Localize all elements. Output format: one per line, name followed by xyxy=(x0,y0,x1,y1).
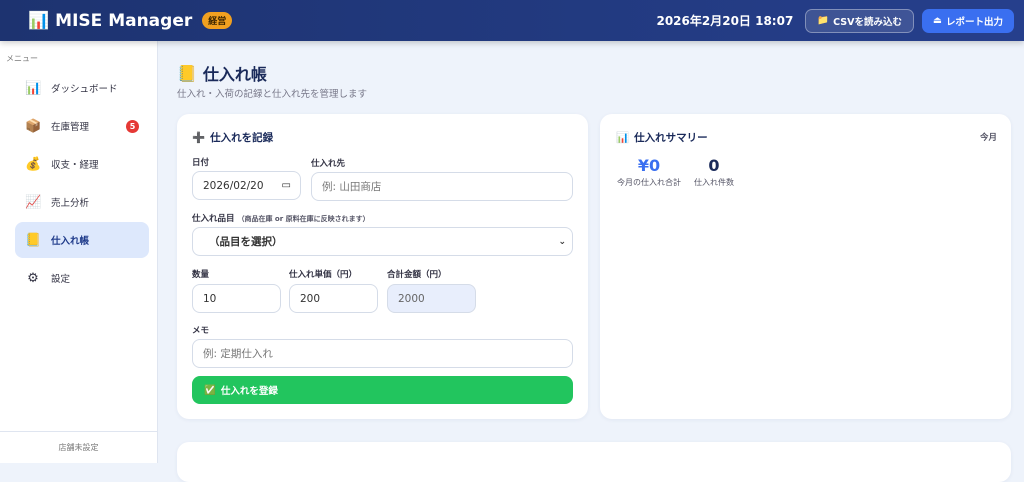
sidebar-item-label: 収支・経理 xyxy=(51,160,99,171)
quantity-label: 数量 xyxy=(192,270,210,280)
item-label-text: 仕入れ品目 xyxy=(192,214,235,224)
trend-chart-icon: 📈 xyxy=(25,194,42,210)
page-title-text: 仕入れ帳 xyxy=(202,65,267,84)
ledger-icon: 📒 xyxy=(25,232,42,248)
app-header: 📊 MISE Manager 経営 2026年2月20日 18:07 📁 CSVを読み… xyxy=(0,0,1024,41)
page-subtitle: 仕入れ・入荷の記録と仕入れ先を管理します xyxy=(177,89,368,100)
purchase-summary-card: 📊 仕入れサマリー 今月 ¥0 今月の仕入れ合計 0 仕入れ件数 xyxy=(600,114,1011,419)
date-value: 2026/02/20 xyxy=(203,179,264,192)
sidebar-item-label: 設定 xyxy=(51,274,71,285)
register-purchase-button[interactable]: ✅ 仕入れを登録 xyxy=(192,376,573,404)
sidebar-item-purchase-ledger[interactable]: 📒 仕入れ帳 xyxy=(15,222,149,258)
unit-price-input[interactable]: 200 xyxy=(289,284,378,313)
csv-import-button[interactable]: 📁 CSVを読み込む xyxy=(805,8,914,33)
chevron-down-icon: ⌄ xyxy=(558,236,566,247)
summary-title-text: 仕入れサマリー xyxy=(634,132,708,144)
purchase-count-label: 仕入れ件数 xyxy=(694,178,734,187)
item-select[interactable]: （品目を選択） ⌄ xyxy=(192,227,573,256)
box-icon: 📦 xyxy=(25,118,42,134)
monthly-total-stat: ¥0 今月の仕入れ合計 xyxy=(614,156,684,188)
sidebar-item-dashboard[interactable]: 📊 ダッシュボード xyxy=(15,70,149,106)
store-status: 店舗未設定 xyxy=(0,431,157,463)
item-label-note: （商品在庫 or 原料在庫に反映されます） xyxy=(237,215,370,223)
total-label: 合計金額（円） xyxy=(387,270,447,280)
unit-price-value: 200 xyxy=(300,292,321,305)
report-export-label: レポート出力 xyxy=(945,16,1003,28)
total-amount-value: 2000 xyxy=(398,292,425,305)
supplier-input[interactable]: 例: 山田商店 xyxy=(311,172,573,201)
ledger-icon: 📒 xyxy=(177,63,197,83)
csv-import-label: CSVを読み込む xyxy=(833,16,902,28)
purchase-history-card xyxy=(177,442,1011,482)
supplier-label: 仕入れ先 xyxy=(311,159,346,169)
summary-period: 今月 xyxy=(979,133,997,143)
monthly-total-label: 今月の仕入れ合計 xyxy=(617,178,681,187)
purchase-form-card: ➕ 仕入れを記録 日付 2026/02/20 ▭ 仕入れ先 例: 山田商店 仕入れ品… xyxy=(177,114,588,419)
total-amount-field: 2000 xyxy=(387,284,476,313)
purchase-count-stat: 0 仕入れ件数 xyxy=(690,156,738,188)
app-logo: 📊 MISE Manager 経営 xyxy=(28,10,233,31)
role-badge: 経営 xyxy=(202,12,233,29)
calendar-icon[interactable]: ▭ xyxy=(282,180,291,191)
memo-placeholder: 例: 定期仕入れ xyxy=(203,348,273,360)
summary-title: 📊 仕入れサマリー xyxy=(616,130,708,145)
chart-icon: 📊 xyxy=(28,10,50,31)
sidebar-item-label: 仕入れ帳 xyxy=(51,236,90,247)
sidebar-item-sales-analysis[interactable]: 📈 売上分析 xyxy=(15,184,149,220)
current-datetime: 2026年2月20日 18:07 xyxy=(656,14,794,28)
chart-icon: 📊 xyxy=(25,80,42,96)
register-purchase-label: 仕入れを登録 xyxy=(220,386,278,397)
memo-label: メモ xyxy=(192,326,210,336)
sidebar-item-accounting[interactable]: 💰 収支・経理 xyxy=(15,146,149,182)
purchase-count-value: 0 xyxy=(708,156,720,175)
date-input[interactable]: 2026/02/20 ▭ xyxy=(192,171,301,200)
chart-icon: 📊 xyxy=(616,132,630,144)
form-title-text: 仕入れを記録 xyxy=(210,132,274,144)
app-name: MISE Manager xyxy=(55,10,193,31)
form-title: ➕ 仕入れを記録 xyxy=(192,130,273,145)
date-label: 日付 xyxy=(192,158,210,168)
sidebar-item-label: 在庫管理 xyxy=(51,122,90,133)
quantity-value: 10 xyxy=(203,292,217,305)
item-select-value: （品目を選択） xyxy=(209,236,283,248)
item-label: 仕入れ品目 （商品在庫 or 原料在庫に反映されます） xyxy=(192,212,370,224)
unit-price-label: 仕入れ単価（円） xyxy=(289,270,358,280)
supplier-placeholder: 例: 山田商店 xyxy=(322,181,382,193)
money-bag-icon: 💰 xyxy=(25,156,42,172)
gear-icon: ⚙ xyxy=(27,270,39,286)
inventory-alert-badge: 5 xyxy=(126,119,139,133)
menu-label: メニュー xyxy=(6,54,38,63)
sidebar-item-settings[interactable]: ⚙ 設定 xyxy=(15,260,149,296)
monthly-total-value: ¥0 xyxy=(637,156,661,175)
sidebar: メニュー 📊 ダッシュボード 📦 在庫管理 5 💰 収支・経理 📈 売上分析 📒 仕入れ帳 … xyxy=(0,41,158,463)
export-icon: ⏏ xyxy=(933,15,942,26)
sidebar-item-inventory[interactable]: 📦 在庫管理 5 xyxy=(15,108,149,144)
check-icon: ✅ xyxy=(204,384,216,396)
plus-icon: ➕ xyxy=(192,132,206,144)
report-export-button[interactable]: ⏏ レポート出力 xyxy=(922,8,1014,33)
quantity-input[interactable]: 10 xyxy=(192,284,281,313)
sidebar-item-label: 売上分析 xyxy=(51,198,90,209)
memo-input[interactable]: 例: 定期仕入れ xyxy=(192,339,573,368)
sidebar-item-label: ダッシュボード xyxy=(51,84,118,95)
folder-icon: 📁 xyxy=(817,15,830,26)
page-title: 📒 仕入れ帳 xyxy=(177,61,267,85)
